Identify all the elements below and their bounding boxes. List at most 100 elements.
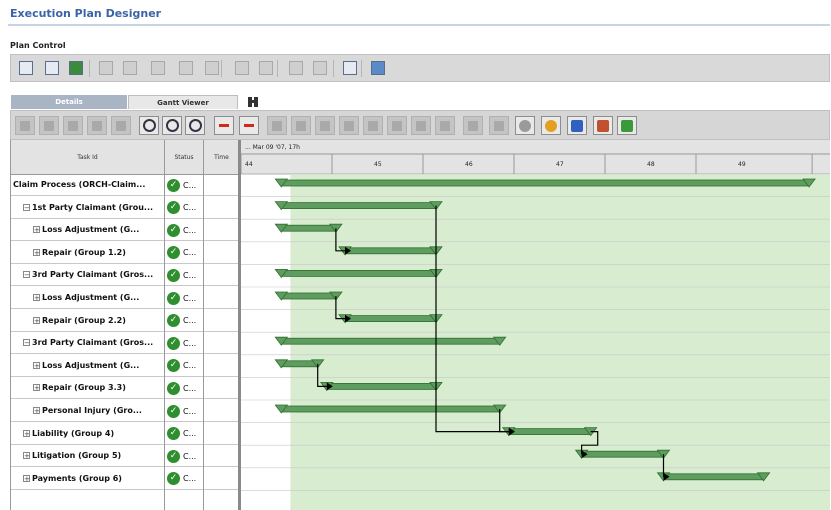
collapse-icon[interactable]: − (23, 339, 30, 347)
copy-button[interactable] (387, 116, 407, 135)
table-button[interactable] (489, 116, 509, 135)
zoom-out-button[interactable] (139, 116, 159, 135)
copy-button[interactable] (43, 59, 61, 77)
expand-icon[interactable]: + (33, 316, 40, 324)
edit-button[interactable] (97, 59, 115, 77)
table-row[interactable]: + Personal Injury (Gro... ✓ C... (11, 400, 240, 422)
collapse-icon[interactable]: − (23, 271, 30, 279)
table-row[interactable]: + Liability (Group 4) ✓ C... (11, 423, 240, 445)
save-button[interactable] (17, 59, 35, 77)
up-button[interactable] (267, 116, 287, 135)
toolbar-separator (333, 60, 334, 77)
expand-icon[interactable]: + (33, 226, 40, 234)
page-button[interactable] (15, 116, 35, 135)
timeline-tick-label: 48 (647, 161, 655, 168)
table-row[interactable]: −1st Party Claimant (Grou... ✓ C... (11, 197, 240, 219)
gantt-bar (326, 382, 437, 390)
gantt-toolbar (10, 110, 830, 140)
refresh-button[interactable] (121, 59, 139, 77)
export-button[interactable] (67, 59, 85, 77)
table-row[interactable]: −3rd Party Claimant (Gros... ✓ C... (11, 332, 240, 355)
collapse-icon[interactable]: − (23, 203, 30, 211)
table-row[interactable]: Claim Process (ORCH-Claim... ✓ C... (11, 174, 240, 196)
play-button[interactable] (177, 59, 195, 77)
gantt-chart-canvas (241, 140, 830, 510)
column-header-status[interactable]: Status (165, 140, 204, 174)
expand-icon[interactable]: + (23, 452, 30, 460)
expand-icon[interactable]: + (33, 294, 40, 302)
delete-button[interactable] (363, 116, 383, 135)
table-row[interactable]: + Loss Adjustment (G... ✓ C... (11, 355, 240, 377)
toolbar-separator (361, 60, 362, 77)
page-button[interactable] (111, 116, 131, 135)
table-row[interactable]: + Payments (Group 6) ✓ C... (11, 468, 240, 490)
save-icon (19, 61, 33, 75)
table-row[interactable]: + Repair (Group 1.2) ✓ C... (11, 242, 240, 264)
record-button[interactable] (411, 116, 431, 135)
table-row[interactable]: + Loss Adjustment (G... ✓ C... (11, 287, 240, 309)
gantt-bar (344, 315, 437, 323)
left-button[interactable] (315, 116, 335, 135)
tools-button[interactable] (203, 59, 221, 77)
table-icon (468, 120, 478, 131)
zoom-out-icon (142, 119, 156, 132)
record-icon (416, 120, 426, 131)
filter-button[interactable] (311, 59, 329, 77)
color-button[interactable] (541, 116, 561, 135)
task-name-label: Loss Adjustment (G... (42, 225, 140, 235)
remove-button[interactable] (239, 116, 259, 135)
table-row[interactable]: + Repair (Group 2.2) ✓ C... (11, 310, 240, 332)
right-button[interactable] (339, 116, 359, 135)
table-row[interactable]: + Repair (Group 3.3) ✓ C... (11, 377, 240, 400)
play-button[interactable] (435, 116, 455, 135)
remove-icon (244, 124, 254, 127)
image-button[interactable] (567, 116, 587, 135)
page-button[interactable] (39, 116, 59, 135)
palette-button[interactable] (593, 116, 613, 135)
expand-icon[interactable]: + (33, 407, 40, 415)
check-icon: ✓ (167, 178, 180, 192)
expand-icon[interactable]: + (33, 248, 40, 256)
print-button[interactable] (287, 59, 305, 77)
expand-icon[interactable]: + (23, 474, 30, 482)
tab-details[interactable]: Details (11, 95, 127, 109)
table-row[interactable]: −3rd Party Claimant (Gros... ✓ C... (11, 264, 240, 287)
status-cell: ✓ C... (167, 380, 196, 396)
binoculars-icon[interactable] (247, 94, 259, 108)
table-row[interactable]: + Litigation (Group 5) ✓ C... (11, 445, 240, 468)
table-button[interactable] (463, 116, 483, 135)
zoom-fit-button[interactable] (185, 116, 205, 135)
table-row[interactable]: + Loss Adjustment (G... ✓ C... (11, 219, 240, 242)
right-icon (344, 120, 354, 131)
task-name-cell: + Personal Injury (Gro... (33, 400, 142, 421)
add-button[interactable] (214, 116, 234, 135)
zoom-in-button[interactable] (162, 116, 182, 135)
zoom-fit-icon (188, 119, 202, 132)
task-name-cell: + Litigation (Group 5) (23, 445, 121, 466)
gantt-bar (344, 247, 437, 255)
circle-button[interactable] (515, 116, 535, 135)
pin-button[interactable] (233, 59, 251, 77)
chart-button[interactable] (369, 59, 387, 77)
search-icon (259, 61, 273, 75)
expand-icon[interactable]: + (33, 361, 40, 369)
check-icon: ✓ (167, 449, 180, 463)
page-button[interactable] (63, 116, 83, 135)
grid-icon (151, 61, 165, 75)
grid-button[interactable] (149, 59, 167, 77)
page-button[interactable] (87, 116, 107, 135)
check-icon: ✓ (167, 223, 180, 237)
timeline-header (241, 140, 830, 174)
column-header-time[interactable]: Time (204, 140, 240, 174)
expand-icon[interactable]: + (33, 384, 40, 392)
expand-icon[interactable]: + (23, 429, 30, 437)
down-button[interactable] (291, 116, 311, 135)
book-button[interactable] (341, 59, 359, 77)
status-cell: ✓ C... (167, 200, 196, 216)
title-divider (8, 24, 830, 26)
search-button[interactable] (257, 59, 275, 77)
tab-gantt-viewer[interactable]: Gantt Viewer (128, 95, 238, 109)
zoom-in-icon (165, 119, 179, 132)
column-header-task-id[interactable]: Task Id (11, 140, 165, 174)
picture-button[interactable] (617, 116, 637, 135)
